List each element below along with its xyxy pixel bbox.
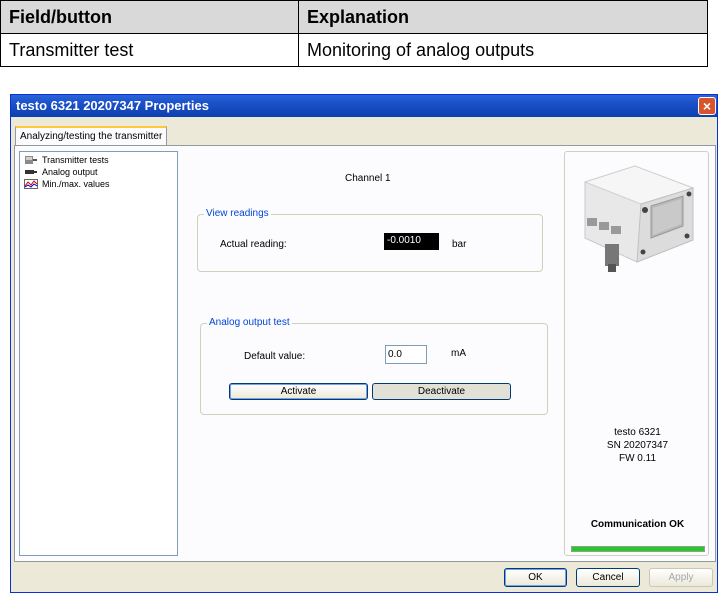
actual-reading-label: Actual reading: [220,239,287,250]
device-name: testo 6321 [614,427,661,438]
channel-label: Channel 1 [345,173,391,184]
device-panel: testo 6321 SN 20207347 FW 0.11 Communica… [564,151,709,556]
header-explanation: Explanation [298,0,708,34]
view-readings-group: View readings Actual reading: -0.0010 ba… [197,208,543,272]
tree-item-label: Transmitter tests [42,155,109,165]
apply-button[interactable]: Apply [649,568,713,587]
navigation-tree: Transmitter tests Analog output Min./max… [19,151,178,556]
cell-field: Transmitter test [0,33,299,67]
plug-icon [25,170,37,174]
tree-item-min-max-values[interactable]: Min./max. values [20,178,177,190]
tree-item-label: Analog output [42,167,98,177]
communication-status-bar [571,546,705,552]
cancel-button[interactable]: Cancel [576,568,640,587]
ok-button[interactable]: OK [504,568,567,587]
analog-output-test-group: Analog output test Default value: 0.0 mA… [200,317,548,415]
tree-item-label: Min./max. values [42,179,110,189]
analog-output-test-legend: Analog output test [207,317,292,328]
deactivate-button[interactable]: Deactivate [372,383,511,400]
table-header-row: Field/button Explanation [0,0,708,34]
transmitter-icon [25,156,37,164]
properties-dialog: testo 6321 20207347 Properties × Analyzi… [10,94,718,593]
device-firmware: FW 0.11 [618,453,657,464]
activate-button[interactable]: Activate [229,383,368,400]
actual-reading-value: -0.0010 [384,233,439,250]
graph-icon [24,179,38,189]
tab-panel: Transmitter tests Analog output Min./max… [14,145,716,562]
window-title: testo 6321 20207347 Properties [16,98,209,113]
actual-reading-unit: bar [452,239,467,250]
communication-status: Communication OK [590,519,685,530]
explanation-table: Field/button Explanation Transmitter tes… [0,0,708,67]
close-button[interactable]: × [698,97,716,115]
default-value-input[interactable]: 0.0 [385,345,427,364]
cell-explanation: Monitoring of analog outputs [298,33,708,67]
table-row: Transmitter test Monitoring of analog ou… [0,33,708,67]
tab-analyzing-testing[interactable]: Analyzing/testing the transmitter [15,126,168,146]
title-bar: testo 6321 20207347 Properties × [11,95,717,117]
transmitter-image [583,165,695,272]
header-field-button: Field/button [0,0,299,34]
view-readings-legend: View readings [204,208,271,219]
default-value-unit: mA [451,348,466,359]
tree-item-analog-output[interactable]: Analog output [20,166,177,178]
tree-item-transmitter-tests[interactable]: Transmitter tests [20,154,177,166]
default-value-label: Default value: [244,351,306,362]
device-serial: SN 20207347 [606,440,669,451]
